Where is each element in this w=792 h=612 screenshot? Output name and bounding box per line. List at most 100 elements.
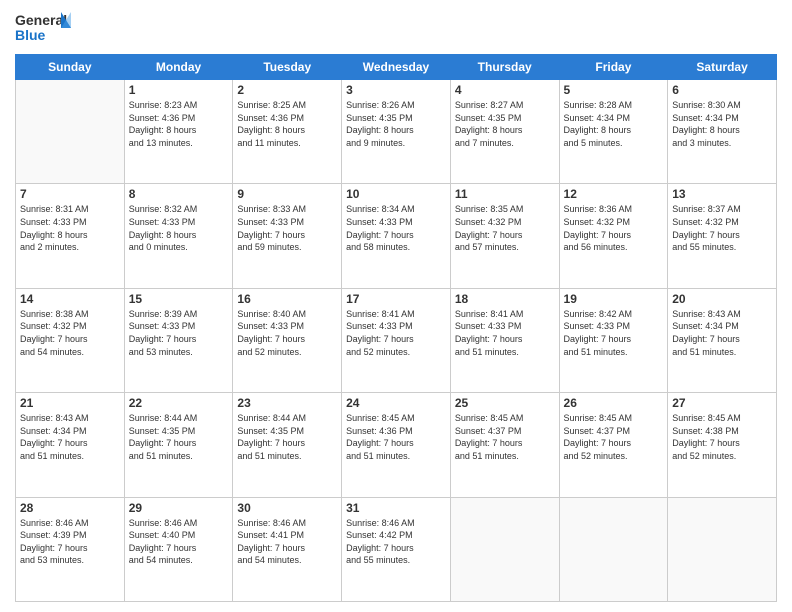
- day-number: 3: [346, 83, 446, 97]
- day-info: Sunrise: 8:46 AM Sunset: 4:42 PM Dayligh…: [346, 517, 446, 567]
- day-info: Sunrise: 8:33 AM Sunset: 4:33 PM Dayligh…: [237, 203, 337, 253]
- day-info: Sunrise: 8:46 AM Sunset: 4:41 PM Dayligh…: [237, 517, 337, 567]
- day-info: Sunrise: 8:41 AM Sunset: 4:33 PM Dayligh…: [455, 308, 555, 358]
- calendar-cell: 21 Sunrise: 8:43 AM Sunset: 4:34 PM Dayli…: [16, 393, 125, 497]
- day-number: 2: [237, 83, 337, 97]
- day-number: 19: [564, 292, 664, 306]
- calendar-cell: 29 Sunrise: 8:46 AM Sunset: 4:40 PM Dayli…: [124, 497, 233, 601]
- day-number: 7: [20, 187, 120, 201]
- calendar-week-1: 1Sunrise: 8:23 AM Sunset: 4:36 PM Daylig…: [16, 80, 777, 184]
- day-info: Sunrise: 8:27 AM Sunset: 4:35 PM Dayligh…: [455, 99, 555, 149]
- calendar-cell: 25Sunrise: 8:45 AM Sunset: 4:37 PM Dayli…: [450, 393, 559, 497]
- calendar-week-3: 14 Sunrise: 8:38 AM Sunset: 4:32 PM Dayli…: [16, 288, 777, 392]
- calendar-cell: [559, 497, 668, 601]
- calendar-cell: 12Sunrise: 8:36 AM Sunset: 4:32 PM Dayli…: [559, 184, 668, 288]
- day-info: Sunrise: 8:43 AM Sunset: 4:34 PM Dayligh…: [672, 308, 772, 358]
- day-info: Sunrise: 8:42 AM Sunset: 4:33 PM Dayligh…: [564, 308, 664, 358]
- day-number: 4: [455, 83, 555, 97]
- day-info: Sunrise: 8:28 AM Sunset: 4:34 PM Dayligh…: [564, 99, 664, 149]
- day-info: Sunrise: 8:39 AM Sunset: 4:33 PM Dayligh…: [129, 308, 229, 358]
- day-info: Sunrise: 8:45 AM Sunset: 4:36 PM Dayligh…: [346, 412, 446, 462]
- logo: GeneralBlue: [15, 10, 75, 46]
- day-number: 27: [672, 396, 772, 410]
- day-info: Sunrise: 8:43 AM Sunset: 4:34 PM Dayligh…: [20, 412, 120, 462]
- calendar-cell: 2 Sunrise: 8:25 AM Sunset: 4:36 PM Daylig…: [233, 80, 342, 184]
- calendar-header-wednesday: Wednesday: [342, 55, 451, 80]
- day-number: 26: [564, 396, 664, 410]
- calendar-cell: 31 Sunrise: 8:46 AM Sunset: 4:42 PM Dayli…: [342, 497, 451, 601]
- calendar-cell: 16Sunrise: 8:40 AM Sunset: 4:33 PM Dayli…: [233, 288, 342, 392]
- calendar-header-row: SundayMondayTuesdayWednesdayThursdayFrid…: [16, 55, 777, 80]
- day-number: 10: [346, 187, 446, 201]
- calendar-cell: 10 Sunrise: 8:34 AM Sunset: 4:33 PM Dayli…: [342, 184, 451, 288]
- day-info: Sunrise: 8:26 AM Sunset: 4:35 PM Dayligh…: [346, 99, 446, 149]
- day-number: 8: [129, 187, 229, 201]
- calendar-cell: 22Sunrise: 8:44 AM Sunset: 4:35 PM Dayli…: [124, 393, 233, 497]
- day-info: Sunrise: 8:41 AM Sunset: 4:33 PM Dayligh…: [346, 308, 446, 358]
- day-number: 31: [346, 501, 446, 515]
- calendar-header-thursday: Thursday: [450, 55, 559, 80]
- calendar-cell: 8 Sunrise: 8:32 AM Sunset: 4:33 PM Daylig…: [124, 184, 233, 288]
- calendar-cell: 14 Sunrise: 8:38 AM Sunset: 4:32 PM Dayli…: [16, 288, 125, 392]
- day-number: 20: [672, 292, 772, 306]
- day-number: 17: [346, 292, 446, 306]
- day-info: Sunrise: 8:44 AM Sunset: 4:35 PM Dayligh…: [129, 412, 229, 462]
- day-info: Sunrise: 8:45 AM Sunset: 4:37 PM Dayligh…: [455, 412, 555, 462]
- calendar-cell: 18 Sunrise: 8:41 AM Sunset: 4:33 PM Dayli…: [450, 288, 559, 392]
- day-number: 29: [129, 501, 229, 515]
- calendar-cell: 28 Sunrise: 8:46 AM Sunset: 4:39 PM Dayli…: [16, 497, 125, 601]
- day-number: 5: [564, 83, 664, 97]
- day-number: 28: [20, 501, 120, 515]
- day-info: Sunrise: 8:35 AM Sunset: 4:32 PM Dayligh…: [455, 203, 555, 253]
- day-number: 24: [346, 396, 446, 410]
- calendar-table: SundayMondayTuesdayWednesdayThursdayFrid…: [15, 54, 777, 602]
- day-number: 30: [237, 501, 337, 515]
- calendar-cell: 1Sunrise: 8:23 AM Sunset: 4:36 PM Daylig…: [124, 80, 233, 184]
- calendar-cell: [668, 497, 777, 601]
- day-info: Sunrise: 8:31 AM Sunset: 4:33 PM Dayligh…: [20, 203, 120, 253]
- calendar-header-tuesday: Tuesday: [233, 55, 342, 80]
- day-info: Sunrise: 8:46 AM Sunset: 4:39 PM Dayligh…: [20, 517, 120, 567]
- calendar-cell: 7 Sunrise: 8:31 AM Sunset: 4:33 PM Daylig…: [16, 184, 125, 288]
- calendar-cell: 9Sunrise: 8:33 AM Sunset: 4:33 PM Daylig…: [233, 184, 342, 288]
- day-number: 23: [237, 396, 337, 410]
- day-info: Sunrise: 8:40 AM Sunset: 4:33 PM Dayligh…: [237, 308, 337, 358]
- calendar-week-4: 21 Sunrise: 8:43 AM Sunset: 4:34 PM Dayli…: [16, 393, 777, 497]
- calendar-cell: 19 Sunrise: 8:42 AM Sunset: 4:33 PM Dayli…: [559, 288, 668, 392]
- day-number: 21: [20, 396, 120, 410]
- svg-text:General: General: [15, 12, 67, 28]
- day-info: Sunrise: 8:38 AM Sunset: 4:32 PM Dayligh…: [20, 308, 120, 358]
- day-number: 14: [20, 292, 120, 306]
- day-info: Sunrise: 8:46 AM Sunset: 4:40 PM Dayligh…: [129, 517, 229, 567]
- calendar-cell: 24 Sunrise: 8:45 AM Sunset: 4:36 PM Dayli…: [342, 393, 451, 497]
- calendar-cell: 6Sunrise: 8:30 AM Sunset: 4:34 PM Daylig…: [668, 80, 777, 184]
- logo-svg: GeneralBlue: [15, 10, 75, 46]
- calendar-header-sunday: Sunday: [16, 55, 125, 80]
- day-info: Sunrise: 8:34 AM Sunset: 4:33 PM Dayligh…: [346, 203, 446, 253]
- calendar-cell: 20 Sunrise: 8:43 AM Sunset: 4:34 PM Dayli…: [668, 288, 777, 392]
- calendar-cell: 17 Sunrise: 8:41 AM Sunset: 4:33 PM Dayli…: [342, 288, 451, 392]
- day-number: 13: [672, 187, 772, 201]
- calendar-cell: 30 Sunrise: 8:46 AM Sunset: 4:41 PM Dayli…: [233, 497, 342, 601]
- day-number: 15: [129, 292, 229, 306]
- day-info: Sunrise: 8:45 AM Sunset: 4:38 PM Dayligh…: [672, 412, 772, 462]
- day-info: Sunrise: 8:25 AM Sunset: 4:36 PM Dayligh…: [237, 99, 337, 149]
- header: GeneralBlue: [15, 10, 777, 46]
- calendar-cell: 23 Sunrise: 8:44 AM Sunset: 4:35 PM Dayli…: [233, 393, 342, 497]
- calendar-cell: [16, 80, 125, 184]
- calendar-cell: 26Sunrise: 8:45 AM Sunset: 4:37 PM Dayli…: [559, 393, 668, 497]
- calendar-header-friday: Friday: [559, 55, 668, 80]
- day-number: 1: [129, 83, 229, 97]
- calendar-week-2: 7 Sunrise: 8:31 AM Sunset: 4:33 PM Daylig…: [16, 184, 777, 288]
- day-info: Sunrise: 8:32 AM Sunset: 4:33 PM Dayligh…: [129, 203, 229, 253]
- calendar-header-saturday: Saturday: [668, 55, 777, 80]
- day-number: 18: [455, 292, 555, 306]
- day-info: Sunrise: 8:44 AM Sunset: 4:35 PM Dayligh…: [237, 412, 337, 462]
- calendar-cell: 13Sunrise: 8:37 AM Sunset: 4:32 PM Dayli…: [668, 184, 777, 288]
- calendar-cell: 5 Sunrise: 8:28 AM Sunset: 4:34 PM Daylig…: [559, 80, 668, 184]
- calendar-cell: 15 Sunrise: 8:39 AM Sunset: 4:33 PM Dayli…: [124, 288, 233, 392]
- calendar-week-5: 28 Sunrise: 8:46 AM Sunset: 4:39 PM Dayli…: [16, 497, 777, 601]
- day-number: 6: [672, 83, 772, 97]
- calendar-header-monday: Monday: [124, 55, 233, 80]
- page: GeneralBlue SundayMondayTuesdayWednesday…: [0, 0, 792, 612]
